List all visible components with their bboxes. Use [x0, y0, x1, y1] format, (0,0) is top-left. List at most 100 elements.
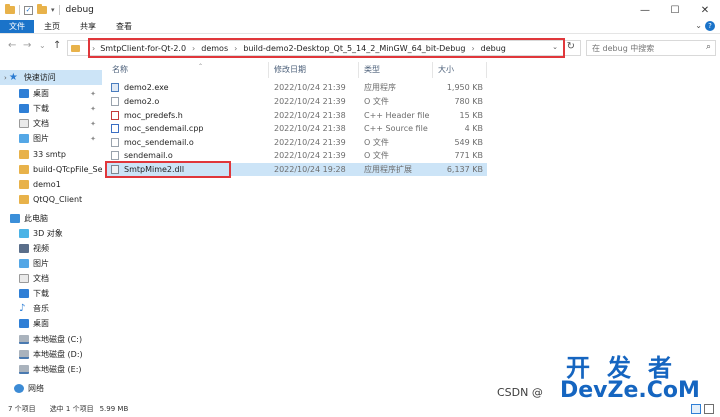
details-view-icon[interactable]	[691, 404, 701, 414]
sidebar-item-desktop[interactable]: 桌面 ✦	[0, 86, 102, 101]
file-modified: 2022/10/24 19:28	[274, 165, 346, 174]
sidebar-item-3d-objects[interactable]: 3D 对象	[0, 226, 102, 241]
sidebar-item-label: 快速访问	[23, 73, 56, 82]
sidebar-item-pictures-pc[interactable]: 图片	[0, 256, 102, 271]
tab-view[interactable]: 查看	[106, 20, 142, 33]
breadcrumb-separator[interactable]: ›	[234, 44, 237, 53]
picture-icon	[19, 134, 29, 143]
file-modified: 2022/10/24 21:38	[274, 124, 346, 133]
tab-home[interactable]: 主页	[34, 20, 70, 33]
sidebar-item-qtqq-client[interactable]: QtQQ_Client	[0, 192, 102, 207]
column-header-size[interactable]: 大小	[438, 64, 454, 78]
maximize-button[interactable]: ☐	[660, 0, 690, 20]
file-row[interactable]: moc_sendemail.o 2022/10/24 21:39 O 文件 54…	[107, 136, 487, 149]
minimize-button[interactable]: —	[630, 0, 660, 20]
file-type: 应用程序扩展	[364, 165, 412, 174]
back-button[interactable]: ←	[8, 40, 16, 51]
pin-icon: ✦	[90, 104, 96, 113]
search-input[interactable]	[587, 41, 697, 55]
sidebar-item-videos[interactable]: 视频	[0, 241, 102, 256]
large-icons-view-icon[interactable]	[704, 404, 714, 414]
divider	[58, 5, 60, 15]
file-row[interactable]: demo2.exe 2022/10/24 21:39 应用程序 1,950 KB	[107, 81, 487, 94]
breadcrumb-separator[interactable]: ›	[192, 44, 195, 53]
breadcrumb-separator[interactable]: ›	[471, 44, 474, 53]
desktop-icon	[19, 89, 29, 98]
chevron-down-icon[interactable]: ›	[4, 74, 7, 82]
file-type: C++ Header file	[364, 111, 430, 120]
sidebar-item-label: 33 smtp	[33, 150, 66, 159]
close-button[interactable]: ✕	[690, 0, 720, 20]
sidebar-item-downloads-pc[interactable]: 下载	[0, 286, 102, 301]
sidebar-item-downloads[interactable]: 下载 ✦	[0, 101, 102, 116]
sidebar-item-drive-c[interactable]: 本地磁盘 (C:)	[0, 332, 102, 347]
sidebar-item-documents-pc[interactable]: 文档	[0, 271, 102, 286]
breadcrumb-separator: ›	[92, 43, 96, 53]
download-icon	[19, 289, 29, 298]
up-button[interactable]: ↑	[53, 40, 61, 51]
column-header-name[interactable]: 名称 ⌃	[112, 63, 203, 78]
file-type: O 文件	[364, 97, 389, 106]
drive-icon	[19, 365, 29, 374]
sidebar-item-label: 本地磁盘 (E:)	[33, 365, 82, 374]
folder-icon	[19, 180, 29, 189]
tab-file[interactable]: 文件	[0, 20, 34, 33]
column-header-type[interactable]: 类型	[364, 64, 380, 78]
quick-access-toolbar: ✓ ▾	[0, 4, 60, 15]
breadcrumb: › SmtpClient-for-Qt-2.0 › demos › build-…	[88, 38, 565, 58]
sidebar-item-33-smtp[interactable]: 33 smtp	[0, 147, 102, 162]
exe-file-icon	[111, 83, 119, 92]
object-file-icon	[111, 138, 119, 147]
sidebar-item-documents[interactable]: 文档 ✦	[0, 116, 102, 131]
file-row[interactable]: moc_predefs.h 2022/10/24 21:38 C++ Heade…	[107, 109, 487, 122]
pin-icon: ✦	[90, 134, 96, 143]
expand-ribbon-icon[interactable]: ⌄	[695, 21, 702, 30]
breadcrumb-item[interactable]: build-demo2-Desktop_Qt_5_14_2_MinGW_64_b…	[243, 44, 465, 53]
search-box[interactable]: ⌕	[586, 40, 716, 56]
document-icon	[19, 274, 29, 283]
sidebar-item-network[interactable]: 网络	[0, 381, 102, 396]
watermark-site: DevZe.CoM	[560, 378, 700, 403]
address-dropdown-icon[interactable]: ⌄	[552, 43, 558, 51]
sidebar-item-label: 文档	[33, 274, 49, 283]
window-controls: — ☐ ✕	[630, 0, 720, 20]
pin-icon: ✦	[90, 119, 96, 128]
column-divider[interactable]	[358, 62, 359, 78]
folder-icon	[19, 165, 29, 174]
refresh-icon[interactable]: ↻	[567, 41, 575, 52]
sort-chevron-icon: ⌃	[198, 63, 204, 70]
column-header-modified[interactable]: 修改日期	[274, 64, 306, 78]
sidebar-item-desktop-pc[interactable]: 桌面	[0, 316, 102, 331]
ribbon-tabs: 文件 主页 共享 查看 ⌄ ?	[0, 20, 720, 34]
sidebar-item-quick-access[interactable]: › ★ 快速访问	[0, 70, 102, 85]
column-divider[interactable]	[268, 62, 269, 78]
breadcrumb-item[interactable]: SmtpClient-for-Qt-2.0	[100, 44, 186, 53]
sidebar-item-this-pc[interactable]: 此电脑	[0, 211, 102, 226]
properties-checkbox-icon[interactable]: ✓	[24, 5, 33, 15]
view-toggle	[691, 404, 714, 414]
forward-button[interactable]: →	[23, 40, 31, 51]
sidebar-item-label: 本地磁盘 (C:)	[33, 335, 83, 344]
sidebar-item-drive-d[interactable]: 本地磁盘 (D:)	[0, 347, 102, 362]
file-row[interactable]: moc_sendemail.cpp 2022/10/24 21:38 C++ S…	[107, 122, 487, 135]
help-icon[interactable]: ?	[705, 21, 715, 31]
address-bar[interactable]: › SmtpClient-for-Qt-2.0 › demos › build-…	[67, 38, 581, 58]
drive-icon	[19, 350, 29, 359]
column-divider[interactable]	[486, 62, 487, 78]
sidebar-item-music[interactable]: ♪ 音乐	[0, 301, 102, 316]
breadcrumb-item[interactable]: demos	[201, 44, 228, 53]
recent-locations-chevron-icon[interactable]: ⌄	[39, 41, 46, 50]
customize-toolbar-chevron-icon[interactable]: ▾	[51, 6, 55, 14]
sidebar-item-drive-e[interactable]: 本地磁盘 (E:)	[0, 362, 102, 377]
sidebar-item-label: 本地磁盘 (D:)	[33, 350, 83, 359]
breadcrumb-item[interactable]: debug	[481, 44, 506, 53]
desktop-icon	[19, 319, 29, 328]
sidebar-item-build-qtcpfile[interactable]: build-QTcpFile_Se	[0, 162, 102, 177]
tab-share[interactable]: 共享	[70, 20, 106, 33]
file-size: 1,950 KB	[446, 83, 483, 92]
file-row[interactable]: demo2.o 2022/10/24 21:39 O 文件 780 KB	[107, 95, 487, 108]
sidebar-item-pictures[interactable]: 图片 ✦	[0, 131, 102, 146]
sidebar-item-demo1[interactable]: demo1	[0, 177, 102, 192]
column-divider[interactable]	[432, 62, 433, 78]
new-folder-icon[interactable]	[37, 4, 47, 14]
